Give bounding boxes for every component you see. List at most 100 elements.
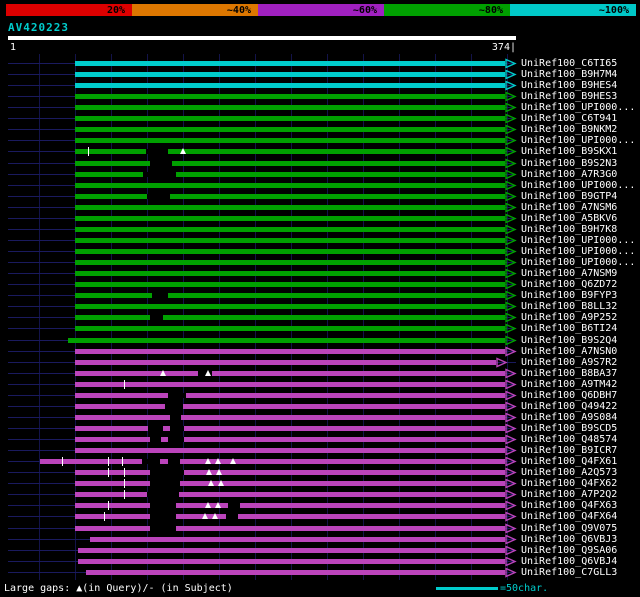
hit-label[interactable]: UniRef100_B9ICR7 [521,445,617,456]
hit-bar[interactable] [75,138,505,144]
hit-bar[interactable] [75,193,505,199]
hit-label[interactable]: UniRef100_B9SKX1 [521,146,617,157]
hit-bar[interactable] [75,260,505,266]
hit-bar[interactable] [75,492,505,498]
hit-bar[interactable] [75,315,505,321]
strand-arrow-icon [505,169,517,180]
hit-bar[interactable] [75,348,505,354]
hit-label[interactable]: UniRef100_UPI000... [521,235,635,246]
scale-segment: ~60% [258,4,384,16]
hit-label[interactable]: UniRef100_C7GLL3 [521,567,617,578]
hit-bar[interactable] [75,249,505,255]
hit-label[interactable]: UniRef100_B9HES3 [521,91,617,102]
hit-label[interactable]: UniRef100_UPI000... [521,180,635,191]
hit-bar[interactable] [40,459,505,465]
hit-label[interactable]: UniRef100_UPI000... [521,246,635,257]
query-gap-triangle-icon [205,369,211,376]
hit-bar[interactable] [78,558,505,564]
hit-label[interactable]: UniRef100_B9S2N3 [521,158,617,169]
hit-label[interactable]: UniRef100_B9HES4 [521,80,617,91]
hit-label[interactable]: UniRef100_B8LL32 [521,301,617,312]
hit-label[interactable]: UniRef100_B6TI24 [521,323,617,334]
hit-row: UniRef100_Q6VBJ3 [0,534,640,545]
hit-label[interactable]: UniRef100_A2Q573 [521,467,617,478]
hit-bar[interactable] [90,536,505,542]
hit-label[interactable]: UniRef100_B9SCD5 [521,423,617,434]
hit-label[interactable]: UniRef100_B9NKM2 [521,124,617,135]
hit-bar[interactable] [75,503,505,509]
hit-bar[interactable] [75,403,505,409]
hit-label[interactable]: UniRef100_A9TM42 [521,379,617,390]
hit-bar[interactable] [75,215,505,221]
hit-label[interactable]: UniRef100_A7NSM6 [521,202,617,213]
hit-label[interactable]: UniRef100_B9S2Q4 [521,335,617,346]
hit-label[interactable]: UniRef100_A7R3G0 [521,169,617,180]
hit-label[interactable]: UniRef100_Q4FX61 [521,456,617,467]
hit-label[interactable]: UniRef100_A9S7R2 [521,357,617,368]
hit-bar[interactable] [75,525,505,531]
hit-bar[interactable] [75,381,505,387]
hit-label[interactable]: UniRef100_A7NSM9 [521,268,617,279]
hit-label[interactable]: UniRef100_Q4FX62 [521,478,617,489]
hit-bar[interactable] [75,72,505,78]
hit-label[interactable]: UniRef100_B9H7M4 [521,69,617,80]
hit-bar[interactable] [75,414,505,420]
hit-bar[interactable] [75,204,505,210]
hit-label[interactable]: UniRef100_A5BKV6 [521,213,617,224]
hit-label[interactable]: UniRef100_UPI000... [521,257,635,268]
hit-bar[interactable] [75,326,505,332]
hit-bar[interactable] [75,425,505,431]
hit-bar[interactable] [78,547,505,553]
hit-bar[interactable] [75,171,505,177]
hit-bar[interactable] [75,514,505,520]
hit-label[interactable]: UniRef100_Q9V075 [521,523,617,534]
hit-bar[interactable] [75,304,505,310]
hit-label[interactable]: UniRef100_UPI000... [521,102,635,113]
scale-segment: ~80% [384,4,510,16]
hit-bar[interactable] [75,160,505,166]
hit-label[interactable]: UniRef100_B9H7K8 [521,224,617,235]
hit-bar[interactable] [75,226,505,232]
hit-bar[interactable] [75,370,505,376]
hit-bar[interactable] [75,282,505,288]
hit-bar[interactable] [86,569,505,575]
hit-label[interactable]: UniRef100_Q6VBJ3 [521,534,617,545]
hit-bar[interactable] [75,481,505,487]
hit-bar[interactable] [75,470,505,476]
hit-label[interactable]: UniRef100_Q48574 [521,434,617,445]
gap-tick-icon [108,501,109,511]
hit-label[interactable]: UniRef100_B8BA37 [521,368,617,379]
hit-bar[interactable] [75,437,505,443]
hit-label[interactable]: UniRef100_UPI000... [521,135,635,146]
hit-label[interactable]: UniRef100_C6T941 [521,113,617,124]
hit-bar[interactable] [75,182,505,188]
hit-bar[interactable] [75,94,505,100]
hit-bar[interactable] [75,149,505,155]
hit-bar[interactable] [75,61,505,66]
hit-label[interactable]: UniRef100_Q6DBH7 [521,390,617,401]
hit-label[interactable]: UniRef100_Q9SA06 [521,545,617,556]
hit-label[interactable]: UniRef100_Q6VBJ4 [521,556,617,567]
hit-label[interactable]: UniRef100_Q49422 [521,401,617,412]
hit-bar[interactable] [75,127,505,133]
hit-label[interactable]: UniRef100_Q6ZD72 [521,279,617,290]
hit-bar[interactable] [75,392,505,398]
hit-bar[interactable] [75,105,505,111]
hit-bar[interactable] [75,359,496,365]
hit-bar[interactable] [68,337,505,343]
hit-bar[interactable] [75,448,505,454]
hit-bar[interactable] [75,116,505,122]
hit-bar[interactable] [75,83,505,89]
hit-label[interactable]: UniRef100_B9GTP4 [521,191,617,202]
hit-label[interactable]: UniRef100_A9S084 [521,412,617,423]
hit-label[interactable]: UniRef100_A7P2Q2 [521,489,617,500]
hit-bar[interactable] [75,293,505,299]
hit-label[interactable]: UniRef100_A9P252 [521,312,617,323]
hit-label[interactable]: UniRef100_A7NSN0 [521,346,617,357]
hit-label[interactable]: UniRef100_Q4FX64 [521,511,617,522]
hit-label[interactable]: UniRef100_B9FYP3 [521,290,617,301]
hit-label[interactable]: UniRef100_Q4FX63 [521,500,617,511]
hit-bar[interactable] [75,237,505,243]
hit-bar[interactable] [75,271,505,277]
hit-label[interactable]: UniRef100_C6TI65 [521,58,617,69]
